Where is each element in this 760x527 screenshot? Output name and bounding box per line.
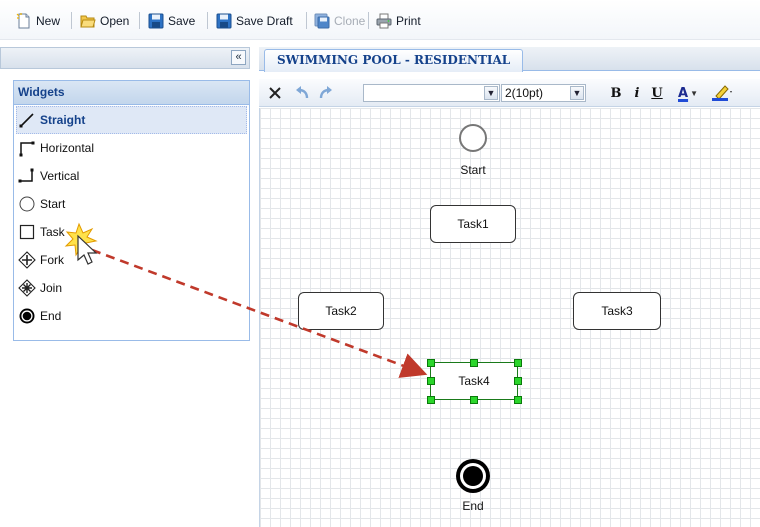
new-document-icon <box>16 13 30 29</box>
highlight-color-button[interactable] <box>707 83 737 103</box>
resize-handle-ne[interactable] <box>514 359 522 367</box>
end-node[interactable] <box>456 459 490 493</box>
print-button-label: Print <box>396 14 421 28</box>
widget-item-label: Start <box>40 197 66 211</box>
resize-handle-nw[interactable] <box>427 359 435 367</box>
font-family-select[interactable]: ▼ <box>363 84 500 102</box>
printer-icon <box>376 13 392 29</box>
print-button[interactable]: Print <box>376 12 421 30</box>
task4-node-selected[interactable]: Task4 <box>430 362 518 400</box>
join-icon <box>18 279 36 297</box>
end-node-core <box>463 466 483 486</box>
widget-item-label: Vertical <box>40 169 80 183</box>
new-button[interactable]: New <box>16 12 60 30</box>
open-button[interactable]: Open <box>80 12 129 30</box>
task3-node[interactable]: Task3 <box>573 292 661 330</box>
start-node[interactable] <box>459 124 487 152</box>
redo-button[interactable] <box>315 83 337 103</box>
widget-item-label: Join <box>40 281 63 295</box>
toolbar-divider <box>306 12 307 29</box>
chevron-down-icon: ▼ <box>484 86 498 100</box>
undo-button[interactable] <box>291 83 313 103</box>
save-draft-button[interactable]: Save Draft <box>216 12 293 30</box>
font-color-button[interactable]: A ▼ <box>673 83 703 103</box>
editor-tab-strip: SWIMMING POOL - RESIDENTIAL <box>259 47 760 72</box>
italic-button[interactable]: i <box>629 83 645 103</box>
straight-line-icon <box>19 113 34 128</box>
task1-node-label: Task1 <box>457 217 489 231</box>
toolbar-divider <box>368 12 369 29</box>
save-button-label: Save <box>168 14 196 28</box>
start-node-label: Start <box>460 163 486 177</box>
font-size-select[interactable]: 2(10pt) ▼ <box>501 84 586 102</box>
widget-item-end[interactable]: End <box>14 302 249 330</box>
resize-handle-sw[interactable] <box>427 396 435 404</box>
undo-icon <box>296 86 309 99</box>
clone-button[interactable]: Clone <box>314 12 365 30</box>
resize-handle-se[interactable] <box>514 396 522 404</box>
save-draft-button-label: Save Draft <box>236 14 293 28</box>
underline-button[interactable]: U <box>648 83 666 103</box>
widgets-panel: Widgets Straight Horizontal Vertical Sta… <box>13 80 250 341</box>
vertical-connector-icon <box>18 168 34 183</box>
horizontal-connector-icon <box>19 141 35 157</box>
collapse-panel-button[interactable]: « <box>231 50 246 65</box>
highlighter-pen-icon <box>712 85 732 101</box>
task4-node-label: Task4 <box>458 374 490 388</box>
resize-handle-w[interactable] <box>427 377 435 385</box>
widget-item-horizontal[interactable]: Horizontal <box>14 134 249 162</box>
delete-button[interactable] <box>265 83 285 103</box>
save-button[interactable]: Save <box>148 12 195 30</box>
open-folder-icon <box>80 15 96 28</box>
open-button-label: Open <box>100 14 130 28</box>
widget-item-label: Fork <box>40 253 64 267</box>
task1-node[interactable]: Task1 <box>430 205 516 243</box>
font-size-select-value: 2(10pt) <box>505 86 544 100</box>
end-circle-icon <box>19 308 35 324</box>
clone-button-label: Clone <box>334 14 366 28</box>
redo-icon <box>319 86 332 99</box>
widgets-panel-title: Widgets <box>14 81 249 105</box>
widget-item-straight[interactable]: Straight <box>16 106 247 134</box>
chevron-down-icon: ▼ <box>690 88 698 98</box>
bold-button[interactable]: B <box>607 83 625 103</box>
widget-item-label: Task <box>40 225 65 239</box>
resize-handle-e[interactable] <box>514 377 522 385</box>
widget-item-fork[interactable]: Fork <box>14 246 249 274</box>
chevron-down-icon: ▼ <box>570 86 584 100</box>
toolbar-divider <box>71 12 72 29</box>
widget-item-label: Straight <box>40 113 86 127</box>
widget-item-join[interactable]: Join <box>14 274 249 302</box>
widget-item-label: End <box>40 309 62 323</box>
toolbar-divider <box>139 12 140 29</box>
diagram-canvas[interactable]: Start Task1 Task2 Task3 Task4 End <box>259 108 760 527</box>
toolbar-divider <box>207 12 208 29</box>
resize-handle-n[interactable] <box>470 359 478 367</box>
task2-node-label: Task2 <box>325 304 357 318</box>
clone-disk-icon <box>314 13 330 29</box>
resize-handle-s[interactable] <box>470 396 478 404</box>
west-panel-collapse-bar: « <box>0 47 250 69</box>
format-toolbar: ▼ 2(10pt) ▼ B i U A ▼ <box>259 79 760 107</box>
task3-node-label: Task3 <box>601 304 633 318</box>
widget-item-vertical[interactable]: Vertical <box>14 162 249 190</box>
close-x-icon <box>269 87 281 99</box>
new-button-label: New <box>36 14 61 28</box>
widget-item-task[interactable]: Task <box>14 218 249 246</box>
tab-swimming-pool-residential[interactable]: SWIMMING POOL - RESIDENTIAL <box>264 49 524 72</box>
start-circle-icon <box>19 196 35 212</box>
task2-node[interactable]: Task2 <box>298 292 384 330</box>
widget-item-start[interactable]: Start <box>14 190 249 218</box>
end-node-label: End <box>462 499 484 513</box>
fork-icon <box>18 251 36 269</box>
save-draft-disk-icon <box>216 13 232 29</box>
double-chevron-left-icon: « <box>235 51 242 63</box>
task-square-icon <box>19 224 35 240</box>
save-disk-icon <box>148 13 164 29</box>
font-color-label: A <box>678 85 689 101</box>
widget-item-label: Horizontal <box>40 141 95 155</box>
main-toolbar: New Open Save Save Draft Clone Print <box>0 0 760 40</box>
